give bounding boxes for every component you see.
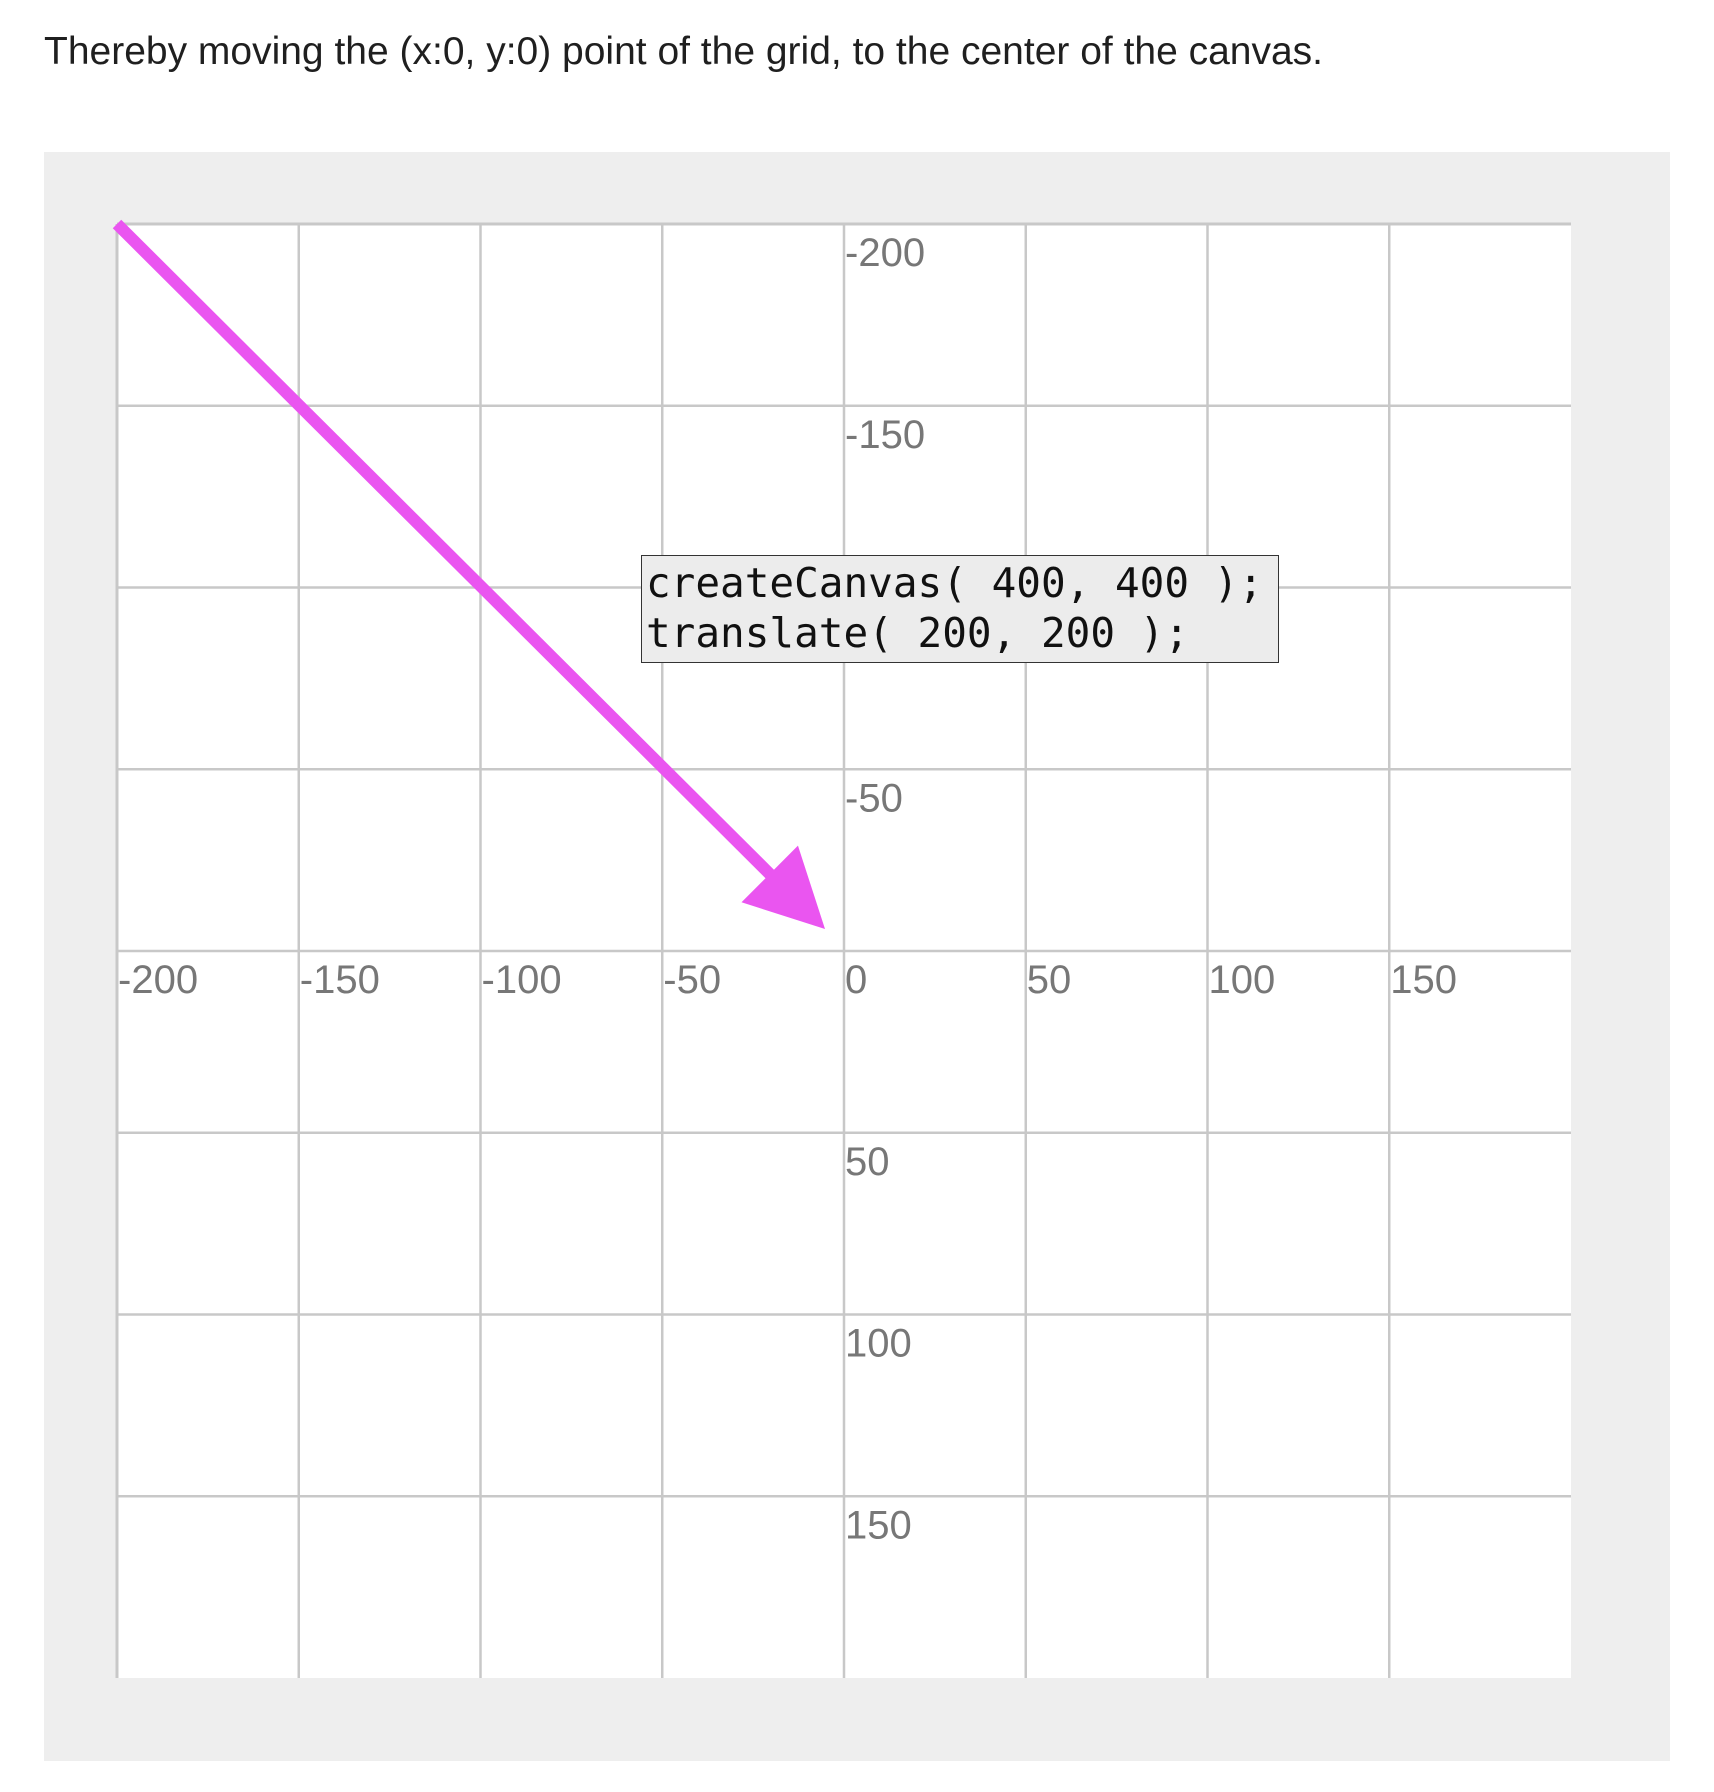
coordinate-grid: -200 -150 -100 -50 0 50 100 150 -200 -150 -50 50 10… [112,219,1571,1678]
code-line-create-canvas: createCanvas( 400, 400 ); [646,559,1264,607]
y-tick-label: -50 [845,776,903,820]
x-tick-label: 150 [1390,958,1457,1002]
x-tick-label: -50 [663,958,721,1002]
y-axis-labels: -200 -150 -50 50 100 150 [845,231,925,1547]
y-tick-label: 50 [845,1140,890,1184]
x-tick-label: -200 [118,958,198,1002]
y-tick-label: 100 [845,1322,912,1366]
y-tick-label: 150 [845,1503,912,1547]
x-tick-label: -150 [300,958,380,1002]
x-axis-labels: -200 -150 -100 -50 0 50 100 150 [118,958,1457,1002]
x-tick-label: 0 [845,958,867,1002]
x-tick-label: 100 [1209,958,1276,1002]
x-tick-label: -100 [482,958,562,1002]
code-snippet: createCanvas( 400, 400 ); translate( 200… [641,555,1279,663]
x-tick-label: 50 [1027,958,1072,1002]
arrow-shaft [112,219,779,883]
code-line-translate: translate( 200, 200 ); [646,609,1190,657]
y-tick-label: -150 [845,413,925,457]
y-tick-label: -200 [845,231,925,275]
